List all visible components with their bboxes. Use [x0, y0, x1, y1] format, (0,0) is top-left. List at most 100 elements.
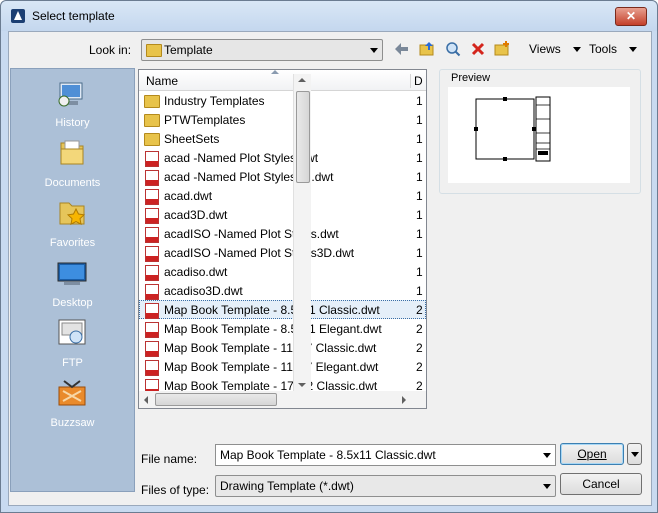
tools-menu[interactable]: Tools: [589, 42, 638, 56]
file-name: acad.dwt: [164, 189, 213, 203]
place-label: FTP: [62, 357, 83, 369]
file-name: acadiso3D.dwt: [164, 284, 243, 298]
favorites-icon: [59, 202, 86, 226]
folder-row[interactable]: Industry Templates 1: [139, 91, 426, 110]
folder-icon: [144, 95, 160, 108]
folder-row[interactable]: PTWTemplates 1: [139, 110, 426, 129]
file-row[interactable]: Map Book Template - 11x17 Classic.dwt 2: [139, 338, 426, 357]
autocad-app-icon: [11, 9, 25, 23]
delete-icon[interactable]: [470, 41, 486, 57]
dwt-file-icon: [145, 303, 159, 319]
file-name: acadiso.dwt: [164, 265, 228, 279]
look-in-dropdown[interactable]: Template: [141, 39, 383, 61]
file-date: 1: [416, 151, 423, 165]
place-favorites[interactable]: Favorites: [11, 197, 134, 257]
new-folder-icon[interactable]: [494, 41, 510, 57]
open-button[interactable]: Open: [560, 443, 624, 465]
dialog-body: Look in: Template Views Tools History Do…: [8, 31, 652, 506]
file-row[interactable]: acadISO -Named Plot Styles.dwt 1: [139, 224, 426, 243]
place-ftp[interactable]: FTP: [11, 317, 134, 377]
scroll-thumb[interactable]: [296, 91, 310, 183]
vertical-scrollbar[interactable]: [293, 74, 311, 391]
file-name-input[interactable]: Map Book Template - 8.5x11 Classic.dwt: [215, 444, 556, 466]
dwt-file-icon: [145, 265, 159, 281]
file-row[interactable]: Map Book Template - 8.5x11 Classic.dwt 2: [139, 300, 426, 319]
chevron-down-icon[interactable]: [543, 453, 551, 458]
folder-row[interactable]: SheetSets 1: [139, 129, 426, 148]
open-options-button[interactable]: [627, 443, 642, 465]
tools-label: Tools: [589, 42, 618, 56]
file-row[interactable]: acadiso3D.dwt 1: [139, 281, 426, 300]
dwt-file-icon: [145, 170, 159, 186]
cancel-button[interactable]: Cancel: [560, 473, 642, 495]
file-list-header: Name D: [139, 70, 426, 91]
close-button[interactable]: ✕: [615, 7, 647, 26]
file-row[interactable]: acad -Named Plot Styles.dwt 1: [139, 148, 426, 167]
file-date: 2: [416, 303, 423, 317]
up-folder-icon[interactable]: [419, 41, 435, 57]
file-list[interactable]: Name D Industry Templates 1 PTWTemplates 1 S…: [138, 69, 427, 393]
back-arrow-icon[interactable]: [394, 41, 410, 57]
file-date: 1: [416, 94, 423, 108]
cancel-label: Cancel: [582, 477, 620, 491]
file-date: 1: [416, 189, 423, 203]
buzzsaw-icon: [58, 380, 86, 406]
place-history[interactable]: History: [11, 77, 134, 137]
column-header-date[interactable]: D: [410, 74, 423, 88]
scroll-right-icon[interactable]: [402, 396, 406, 404]
search-web-icon[interactable]: [445, 41, 461, 57]
files-of-type-dropdown[interactable]: Drawing Template (*.dwt): [215, 475, 556, 497]
horizontal-scrollbar[interactable]: [138, 391, 427, 409]
chevron-down-icon: [572, 47, 581, 53]
drawing-preview-thumbnail: [474, 96, 551, 162]
place-label: Desktop: [52, 297, 93, 309]
chevron-down-icon: [543, 484, 551, 489]
file-date: 2: [416, 360, 423, 374]
views-menu[interactable]: Views: [529, 42, 581, 56]
title-bar: Select template ✕: [1, 1, 657, 31]
place-buzzsaw[interactable]: Buzzsaw: [11, 377, 134, 437]
file-name: acad3D.dwt: [164, 208, 228, 222]
scroll-down-icon[interactable]: [298, 383, 306, 387]
file-date: 1: [416, 265, 423, 279]
dwt-file-icon: [145, 322, 159, 338]
preview-image: [448, 87, 630, 183]
ftp-icon: [58, 319, 86, 345]
places-bar: History Documents Favorites Desktop FTP …: [10, 68, 135, 492]
desktop-icon: [57, 262, 87, 285]
dwt-file-icon: [145, 227, 159, 243]
file-row[interactable]: acadiso.dwt 1: [139, 262, 426, 281]
look-in-label: Look in:: [89, 43, 132, 57]
place-documents[interactable]: Documents: [11, 137, 134, 197]
file-date: 1: [416, 132, 423, 146]
place-desktop[interactable]: Desktop: [11, 257, 134, 317]
file-name-label: File name:: [141, 452, 198, 466]
place-label: History: [55, 117, 90, 129]
open-label: Open: [577, 447, 607, 461]
file-name: Map Book Template - 11x17 Elegant.dwt: [164, 360, 379, 374]
dwt-file-icon: [145, 151, 159, 167]
place-label: Buzzsaw: [50, 417, 95, 429]
scroll-up-icon[interactable]: [298, 78, 306, 82]
file-name: acadISO -Named Plot Styles3D.dwt: [164, 246, 355, 260]
scroll-thumb[interactable]: [155, 393, 277, 406]
file-name: SheetSets: [164, 132, 220, 146]
chevron-down-icon: [629, 47, 638, 53]
file-row[interactable]: acad.dwt 1: [139, 186, 426, 205]
chevron-down-icon: [370, 48, 378, 53]
file-row[interactable]: Map Book Template - 11x17 Elegant.dwt 2: [139, 357, 426, 376]
file-name: Industry Templates: [164, 94, 265, 108]
file-date: 1: [416, 170, 423, 184]
file-row[interactable]: acad3D.dwt 1: [139, 205, 426, 224]
select-template-dialog: Select template ✕ Look in: Template View…: [0, 0, 658, 513]
dwt-file-icon: [145, 208, 159, 224]
documents-icon: [60, 140, 84, 165]
file-row[interactable]: acadISO -Named Plot Styles3D.dwt 1: [139, 243, 426, 262]
file-row[interactable]: acad -Named Plot Styles3D.dwt 1: [139, 167, 426, 186]
dwt-file-icon: [145, 284, 159, 300]
file-row[interactable]: Map Book Template - 8.5x11 Elegant.dwt 2: [139, 319, 426, 338]
file-date: 2: [416, 322, 423, 336]
file-date: 1: [416, 246, 423, 260]
scroll-left-icon[interactable]: [144, 396, 148, 404]
column-header-name[interactable]: Name: [146, 74, 178, 88]
